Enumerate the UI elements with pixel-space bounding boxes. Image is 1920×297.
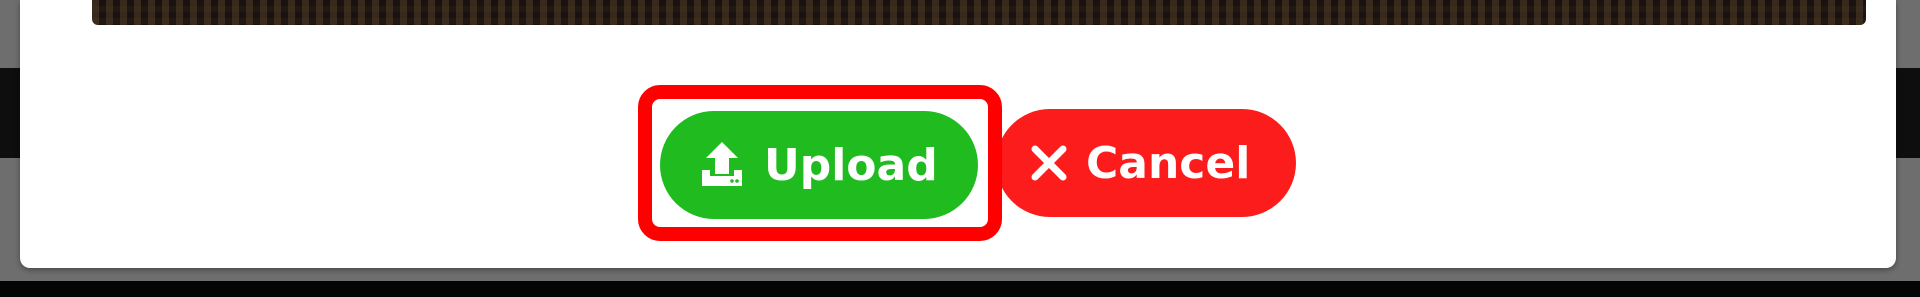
upload-button[interactable]: Upload xyxy=(660,111,978,219)
cancel-button-label: Cancel xyxy=(1086,137,1251,189)
close-icon xyxy=(1030,144,1068,182)
upload-button-label: Upload xyxy=(764,139,938,191)
image-preview xyxy=(92,0,1866,25)
upload-icon xyxy=(698,140,746,190)
upload-button-highlight: Upload xyxy=(638,85,1002,241)
dialog-actions: Upload Cancel xyxy=(638,84,1296,242)
cancel-button[interactable]: Cancel xyxy=(996,109,1296,217)
upload-dialog: Upload Cancel xyxy=(20,0,1896,268)
backdrop-bottom-bar xyxy=(0,281,1920,297)
